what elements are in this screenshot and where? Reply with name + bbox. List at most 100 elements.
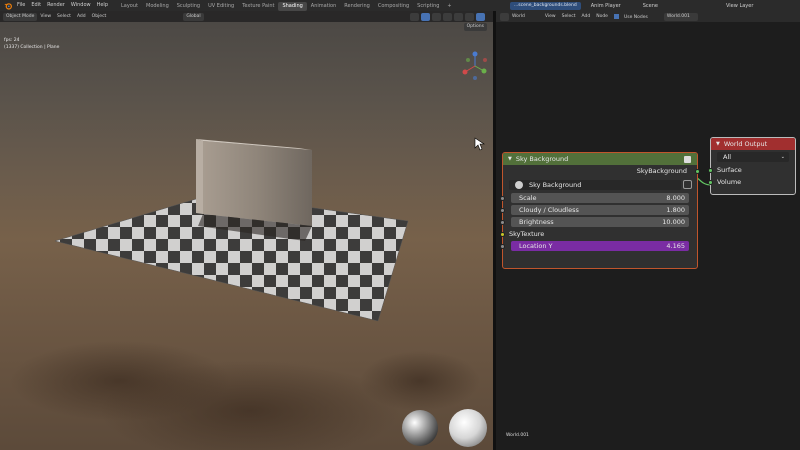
scale-socket[interactable] [500, 195, 505, 201]
rendered-shading-icon[interactable] [476, 12, 485, 21]
tab-uv-editing[interactable]: UV Editing [204, 2, 238, 11]
scene-selector[interactable]: Scene [643, 3, 658, 9]
fps-readout: fps: 24 [4, 38, 20, 43]
scene-render [10, 139, 487, 450]
overlay-icon[interactable] [432, 12, 441, 21]
menu-render[interactable]: Render [44, 0, 68, 11]
sky-output-row: SkyBackground [503, 165, 700, 177]
blender-window: File Edit Render Window Help Layout Mode… [0, 0, 800, 450]
view-layer-selector[interactable]: View Layer [726, 3, 753, 9]
tab-layout[interactable]: Layout [117, 2, 142, 11]
sky-output-socket[interactable] [695, 168, 700, 174]
navigation-gizmo[interactable] [460, 51, 490, 81]
menu-edit[interactable]: Edit [28, 0, 44, 11]
3d-viewport[interactable]: Object Mode View Select Add Object Globa… [0, 11, 493, 450]
material-shading-icon[interactable] [465, 12, 474, 21]
target-row: All ⌄ [711, 150, 795, 164]
xray-icon[interactable] [443, 12, 452, 21]
location-socket[interactable] [500, 243, 505, 249]
collapse-arrow-icon[interactable]: ▼ [716, 141, 720, 147]
surface-label: Surface [717, 166, 742, 174]
volume-label: Volume [717, 178, 742, 186]
collapse-arrow-icon[interactable]: ▼ [508, 156, 512, 162]
brightness-field[interactable]: Brightness 10.000 [511, 217, 689, 227]
anim-player-label[interactable]: Anim Player [591, 3, 621, 9]
brightness-row: Brightness 10.000 [500, 216, 697, 228]
tab-rendering[interactable]: Rendering [340, 2, 374, 11]
viewport-menu: View Select Add Object [37, 14, 109, 19]
add-workspace-button[interactable]: + [443, 2, 455, 11]
tab-shading[interactable]: Shading [278, 1, 307, 11]
file-name: ...scene_backgrounds.blend [510, 1, 581, 10]
world-footer-label: World.001 [506, 433, 529, 438]
texture-datablock[interactable]: Sky Background [509, 179, 681, 190]
scale-value: 8.000 [666, 194, 685, 202]
location-row: Location Y 4.165 [500, 240, 697, 252]
blender-logo-icon[interactable] [3, 1, 13, 10]
options-button[interactable]: Options [463, 23, 487, 31]
scale-field[interactable]: Scale 8.000 [511, 193, 689, 203]
menu-file[interactable]: File [14, 0, 28, 11]
menu-object[interactable]: Object [89, 14, 110, 19]
tab-texture-paint[interactable]: Texture Paint [238, 2, 278, 11]
tab-modeling[interactable]: Modeling [142, 2, 173, 11]
cloudy-label: Cloudy / Cloudless [519, 206, 579, 214]
metal-cube [196, 139, 312, 241]
target-value: All [723, 153, 732, 161]
main-menu: File Edit Render Window Help [14, 0, 111, 11]
viewport-header: Object Mode View Select Add Object Globa… [0, 11, 493, 22]
cloudy-value: 1.800 [666, 206, 685, 214]
location-value: 4.165 [666, 242, 685, 250]
menu-select[interactable]: Select [54, 14, 74, 19]
volume-socket[interactable] [708, 179, 713, 185]
top-bar: File Edit Render Window Help Layout Mode… [0, 0, 800, 11]
node-editor[interactable]: World View Select Add Node Use Nodes Wor… [496, 11, 800, 450]
output-node-title: World Output [723, 140, 768, 148]
volume-row: Volume [708, 176, 795, 188]
location-y-field[interactable]: Location Y 4.165 [511, 241, 689, 251]
workspace-tabs: Layout Modeling Sculpting UV Editing Tex… [117, 1, 456, 11]
menu-add[interactable]: Add [74, 14, 89, 19]
tab-scripting[interactable]: Scripting [413, 2, 443, 11]
location-label: Location Y [519, 242, 553, 250]
sky-output-label: SkyBackground [636, 167, 687, 175]
topbar-right: ...scene_backgrounds.blend Anim Player S… [510, 0, 753, 11]
world-output-node[interactable]: ▼ World Output All ⌄ Surface Volume [708, 137, 796, 195]
hdri-preview-sphere-chrome [402, 410, 438, 446]
cloudy-field[interactable]: Cloudy / Cloudless 1.800 [511, 205, 689, 215]
hdri-preview-sphere-diffuse [449, 409, 487, 447]
chevron-down-icon: ⌄ [780, 154, 785, 160]
brightness-value: 10.000 [662, 218, 685, 226]
scale-row: Scale 8.000 [500, 192, 697, 204]
transform-orientation[interactable]: Global [183, 12, 204, 21]
node-preview-icon[interactable] [684, 155, 691, 163]
tab-compositing[interactable]: Compositing [374, 2, 413, 11]
tab-animation[interactable]: Animation [307, 2, 341, 11]
sky-node-header[interactable]: ▼ Sky Background [503, 153, 697, 165]
texture-icon [515, 180, 523, 189]
skytexture-row: SkyTexture [500, 228, 697, 240]
cloudy-socket[interactable] [500, 207, 505, 213]
cloudy-row: Cloudy / Cloudless 1.800 [500, 204, 697, 216]
solid-shading-icon[interactable] [454, 12, 463, 21]
mode-selector[interactable]: Object Mode [3, 12, 38, 21]
output-node-header[interactable]: ▼ World Output [711, 138, 795, 150]
sky-node-title: Sky Background [515, 155, 569, 163]
viewport-info: fps: 24 (1337) Collection | Plane [4, 37, 59, 51]
brightness-label: Brightness [519, 218, 554, 226]
tab-sculpting[interactable]: Sculpting [173, 2, 204, 11]
menu-window[interactable]: Window [68, 0, 94, 11]
menu-view[interactable]: View [37, 14, 54, 19]
target-dropdown[interactable]: All ⌄ [717, 152, 789, 162]
fake-user-shield-icon[interactable] [683, 180, 692, 189]
gizmo-toggle-icon[interactable] [421, 12, 430, 21]
brightness-socket[interactable] [500, 219, 505, 225]
surface-socket[interactable] [708, 167, 713, 173]
viewport-shading-controls [408, 11, 485, 22]
menu-help[interactable]: Help [94, 0, 111, 11]
skytexture-socket[interactable] [500, 231, 505, 237]
skytexture-label: SkyTexture [509, 230, 545, 238]
visibility-icon[interactable] [410, 12, 419, 21]
texture-selector-row: Sky Background [503, 177, 697, 192]
sky-background-node[interactable]: ▼ Sky Background SkyBackground Sky Backg… [500, 152, 700, 269]
